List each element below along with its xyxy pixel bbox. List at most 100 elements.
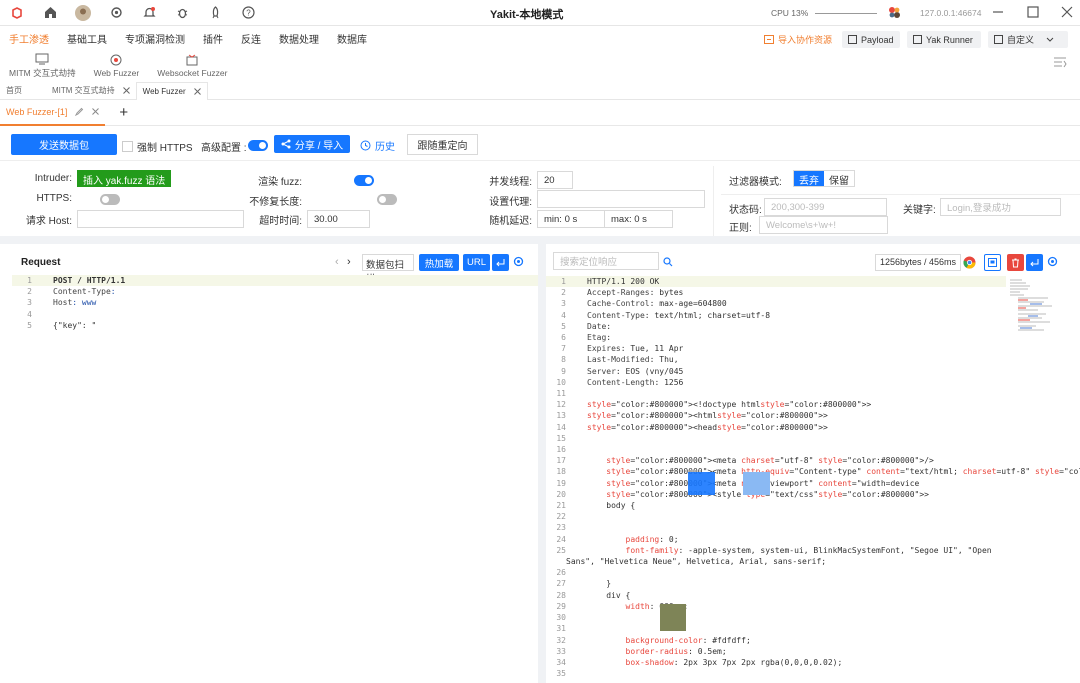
- line-text: div {: [587, 590, 631, 600]
- tab-home[interactable]: 首页: [0, 82, 28, 100]
- line-number: 11: [556, 389, 566, 399]
- line-number: 4: [27, 309, 32, 319]
- line-text: }: [587, 579, 612, 589]
- menu-item-database[interactable]: 数据库: [328, 31, 376, 46]
- save-icon[interactable]: [984, 254, 1001, 271]
- help-icon[interactable]: ?: [240, 5, 256, 21]
- yak-runner-button[interactable]: Yak Runner: [907, 31, 981, 48]
- line-text: Server: EOS (vny/045: [587, 366, 684, 376]
- tab-mitm[interactable]: MITM 交互式劫持: [46, 82, 136, 100]
- timeout-input[interactable]: 30.00: [307, 210, 370, 228]
- render-fuzz-toggle[interactable]: [354, 175, 375, 186]
- bug-icon[interactable]: [174, 5, 190, 21]
- payload-button[interactable]: Payload: [842, 31, 900, 48]
- divider: [713, 166, 714, 236]
- url-button[interactable]: URL: [463, 254, 490, 271]
- menu-item-reverse[interactable]: 反连: [232, 31, 270, 46]
- collapse-icon[interactable]: [1053, 56, 1067, 71]
- close-tab-icon[interactable]: [92, 108, 100, 115]
- chrome-icon[interactable]: [963, 256, 976, 272]
- tool-web-fuzzer[interactable]: Web Fuzzer: [85, 50, 149, 82]
- maximize-icon[interactable]: [1027, 6, 1039, 21]
- close-icon[interactable]: [1061, 6, 1073, 21]
- filter-mode-radio-group: 丢弃 保留: [793, 170, 855, 187]
- no-fix-length-label: 不修复长度:: [249, 197, 302, 208]
- request-editor[interactable]: 1 POST / HTTP/1.1 2 Content-Type: 3 Host: ww…: [12, 275, 538, 683]
- menu-item-data-processing[interactable]: 数据处理: [270, 31, 328, 46]
- selection-block: [688, 472, 715, 495]
- close-tab-icon[interactable]: [193, 87, 201, 95]
- custom-dropdown[interactable]: 自定义: [988, 31, 1068, 48]
- delete-icon[interactable]: [1007, 254, 1024, 271]
- regex-input[interactable]: Welcome\s+\w+!: [759, 216, 888, 234]
- host-input[interactable]: [77, 210, 244, 228]
- history-button[interactable]: 历史: [360, 138, 395, 153]
- discard-option[interactable]: 丢弃: [794, 171, 824, 187]
- response-editor[interactable]: 1 HTTP/1.1 200 OK 2 Accept-Ranges: bytes 3 Ca…: [546, 276, 1080, 683]
- line-text: style="color:#800000"><htmlstyle="color:…: [587, 411, 828, 421]
- packet-scan-button[interactable]: 数据包扫描: [362, 254, 414, 285]
- line-text: Accept-Ranges: bytes: [587, 288, 684, 298]
- import-resources-button[interactable]: 导入协作资源: [764, 33, 832, 46]
- sub-tab-fuzzer-1[interactable]: Web Fuzzer-[1]: [0, 99, 106, 126]
- keyword-input[interactable]: Login,登录成功: [940, 198, 1061, 216]
- delay-max-input[interactable]: max: 0 s: [604, 210, 673, 228]
- https-toggle[interactable]: [100, 194, 121, 205]
- checkbox-box[interactable]: [122, 141, 133, 152]
- share-import-label: 分享 / 导入: [294, 140, 344, 152]
- panel-splitter[interactable]: [538, 244, 546, 683]
- tool-websocket-fuzzer[interactable]: Websocket Fuzzer: [148, 50, 236, 82]
- add-tab-icon[interactable]: +: [119, 104, 128, 121]
- line-text: Last-Modified: Thu,: [587, 355, 679, 365]
- delay-min-input[interactable]: min: 0 s: [537, 210, 605, 228]
- force-https-checkbox[interactable]: 强制 HTTPS: [122, 139, 193, 154]
- tab-web-fuzzer[interactable]: Web Fuzzer: [135, 81, 208, 100]
- rocket-icon[interactable]: [207, 5, 223, 21]
- line-number: 20: [556, 489, 566, 499]
- minimap[interactable]: [1008, 278, 1068, 338]
- advanced-config-toggle[interactable]: [248, 140, 268, 151]
- status-code-input[interactable]: 200,300-399: [764, 198, 887, 216]
- menu-item-manual[interactable]: 手工渗透: [0, 31, 58, 46]
- settings-icon[interactable]: [513, 256, 524, 270]
- enter-icon[interactable]: [1026, 254, 1043, 271]
- share-icon: [281, 139, 291, 149]
- send-request-button[interactable]: 发送数据包: [11, 134, 117, 155]
- code-line: 27 }: [546, 578, 1080, 589]
- code-line: 20 style="color:#800000"><style type="te…: [546, 489, 1080, 500]
- line-number: 18: [556, 467, 566, 477]
- insert-fuzz-tag-button[interactable]: 插入 yak.fuzz 语法: [77, 170, 172, 187]
- sub-tab-label: Web Fuzzer-[1]: [6, 106, 68, 117]
- gear-icon[interactable]: [108, 5, 124, 21]
- edit-icon[interactable]: [75, 107, 84, 116]
- search-icon[interactable]: [663, 257, 673, 270]
- proxy-select[interactable]: [537, 190, 705, 208]
- tool-mitm[interactable]: MITM 交互式劫持: [0, 50, 85, 82]
- yakit-logo-icon: [9, 5, 25, 21]
- menu-item-basic-tools[interactable]: 基础工具: [58, 31, 116, 46]
- chevron-right-icon[interactable]: ›: [347, 256, 351, 268]
- menu-item-plugins[interactable]: 插件: [194, 31, 232, 46]
- engine-icon[interactable]: [888, 6, 901, 22]
- keep-option[interactable]: 保留: [824, 171, 854, 187]
- response-search-input[interactable]: 搜索定位响应: [553, 252, 659, 270]
- minimize-icon[interactable]: [992, 6, 1004, 21]
- line-number: 32: [556, 635, 566, 645]
- line-number: 9: [561, 366, 566, 376]
- enter-icon[interactable]: [492, 254, 509, 271]
- title-bar: ? Yakit-本地模式 CPU 13% 127.0.0.1:46674: [0, 0, 1080, 26]
- hot-reload-button[interactable]: 热加载: [419, 254, 459, 271]
- concurrency-input[interactable]: 20: [537, 171, 573, 189]
- no-fix-length-toggle[interactable]: [377, 194, 398, 205]
- follow-redirect-button[interactable]: 跟随重定向: [407, 134, 478, 155]
- home-icon[interactable]: [42, 5, 58, 21]
- menu-item-vuln-detection[interactable]: 专项漏洞检测: [116, 31, 194, 46]
- divider: [721, 194, 1080, 195]
- settings-icon[interactable]: [1047, 256, 1058, 270]
- chevron-left-icon[interactable]: ‹: [335, 256, 339, 268]
- close-tab-icon[interactable]: [122, 87, 130, 94]
- bell-icon[interactable]: [141, 5, 157, 21]
- code-line: 3 Host: www: [12, 297, 125, 308]
- avatar[interactable]: [75, 4, 91, 21]
- share-import-button[interactable]: 分享 / 导入: [274, 135, 350, 153]
